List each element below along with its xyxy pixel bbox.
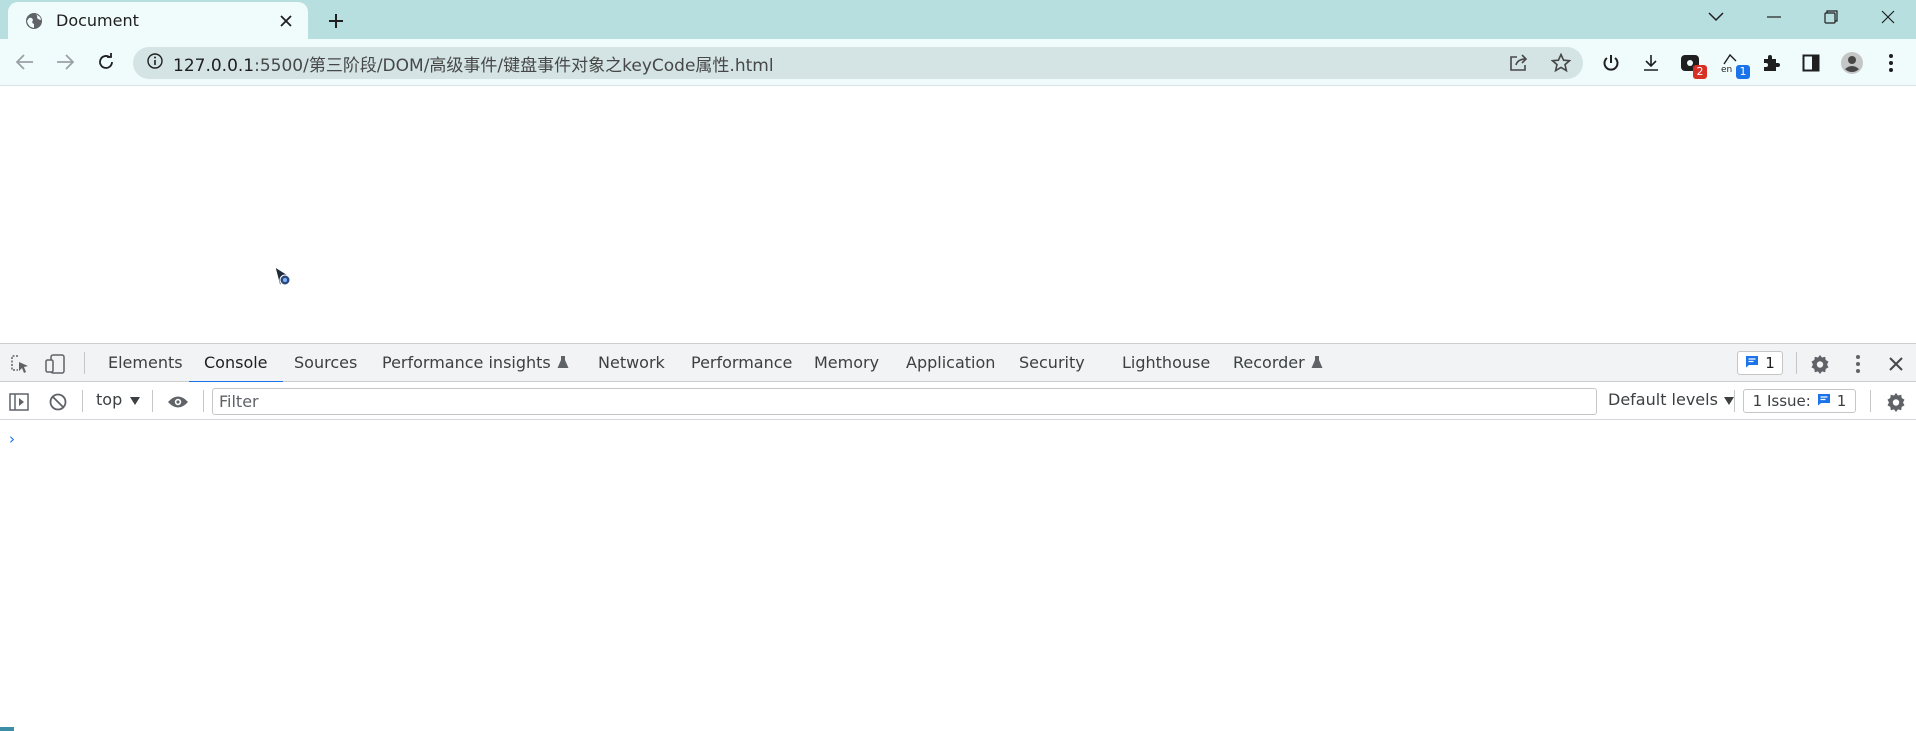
tab-elements[interactable]: Elements xyxy=(108,344,183,382)
address-bar[interactable]: 127.0.0.1:5500/第三阶段/DOM/高级事件/键盘事件对象之keyC… xyxy=(133,47,1583,79)
browser-tab[interactable]: Document xyxy=(8,2,308,39)
message-icon xyxy=(1745,354,1759,372)
clear-console-icon[interactable] xyxy=(46,390,70,414)
device-toolbar-icon[interactable] xyxy=(44,352,68,376)
eye-icon[interactable] xyxy=(166,390,190,414)
issues-count: 1 xyxy=(1765,354,1775,372)
window-close-icon[interactable] xyxy=(1860,0,1916,34)
tab-performance[interactable]: Performance xyxy=(691,344,792,382)
tab-application[interactable]: Application xyxy=(906,344,995,382)
issues-counter-button[interactable]: 1 xyxy=(1737,351,1783,375)
url-text[interactable]: 127.0.0.1:5500/第三阶段/DOM/高级事件/键盘事件对象之keyC… xyxy=(173,51,774,76)
tab-sources[interactable]: Sources xyxy=(294,344,357,382)
download-icon[interactable] xyxy=(1637,49,1665,77)
sidebar-toggle-icon[interactable] xyxy=(7,390,31,414)
chevron-down-icon[interactable] xyxy=(1688,0,1744,34)
toolbar-divider xyxy=(1796,352,1797,374)
inspect-element-icon[interactable] xyxy=(8,352,32,376)
console-issues-label: 1 Issue: xyxy=(1752,392,1811,410)
share-icon[interactable] xyxy=(1507,51,1531,75)
console-settings-gear-icon[interactable] xyxy=(1884,390,1908,414)
context-value: top xyxy=(96,390,123,409)
translate-icon[interactable]: en 1 xyxy=(1719,49,1750,79)
toolbar-divider xyxy=(82,390,83,412)
toolbar-divider xyxy=(1734,390,1735,412)
tab-security[interactable]: Security xyxy=(1019,344,1085,382)
context-selector[interactable]: top xyxy=(96,390,141,409)
console-prompt-chevron[interactable]: › xyxy=(9,430,15,448)
tab-recorder[interactable]: Recorder xyxy=(1233,344,1323,382)
forward-button[interactable] xyxy=(50,47,80,77)
console-issues-button[interactable]: 1 Issue: 1 xyxy=(1743,389,1856,413)
profile-icon[interactable] xyxy=(1838,49,1866,77)
more-vert-icon[interactable] xyxy=(1846,352,1870,376)
console-toolbar: top Filter Default levels 1 Issue: 1 xyxy=(0,382,1916,420)
star-icon[interactable] xyxy=(1549,51,1573,75)
devtools-tab-bar: Elements Console Sources Performance ins… xyxy=(0,344,1916,383)
close-devtools-icon[interactable] xyxy=(1884,352,1908,376)
flask-icon xyxy=(557,345,569,383)
toolbar-divider xyxy=(84,352,85,374)
caret-down-icon xyxy=(130,390,141,409)
tab-memory[interactable]: Memory xyxy=(814,344,879,382)
reload-button[interactable] xyxy=(91,47,121,77)
tab-title: Document xyxy=(56,11,139,30)
back-button[interactable] xyxy=(10,47,40,77)
info-icon[interactable] xyxy=(147,53,163,73)
console-filter-input[interactable]: Filter xyxy=(212,388,1597,415)
toolbar-divider xyxy=(152,390,153,412)
more-vert-icon[interactable] xyxy=(1877,49,1905,77)
tab-lighthouse[interactable]: Lighthouse xyxy=(1122,344,1210,382)
globe-icon xyxy=(24,11,44,31)
toolbar-divider xyxy=(203,390,204,412)
message-icon xyxy=(1817,392,1831,410)
restore-icon[interactable] xyxy=(1803,0,1859,34)
log-levels-dropdown[interactable]: Default levels xyxy=(1608,390,1734,409)
caret-down-icon xyxy=(1723,390,1734,409)
resize-indicator xyxy=(0,727,14,731)
tab-performance-insights[interactable]: Performance insights xyxy=(382,344,569,382)
web-page-viewport[interactable] xyxy=(0,87,1916,343)
side-panel-icon[interactable] xyxy=(1797,49,1825,77)
puzzle-icon[interactable] xyxy=(1757,49,1785,77)
tab-console[interactable]: Console xyxy=(189,344,282,383)
svg-text:en: en xyxy=(1721,65,1732,74)
toolbar-divider xyxy=(1870,390,1871,412)
minimize-icon[interactable] xyxy=(1746,0,1802,34)
extension-badge-count: 2 xyxy=(1693,65,1707,79)
url-host: 127.0.0.1 xyxy=(173,55,255,76)
devtools-panel: Elements Console Sources Performance ins… xyxy=(0,343,1916,731)
extension-badge-icon[interactable]: 2 xyxy=(1676,49,1707,79)
new-tab-button[interactable] xyxy=(322,7,350,35)
url-path: :5500/第三阶段/DOM/高级事件/键盘事件对象之keyCode属性.htm… xyxy=(254,55,774,76)
log-levels-label: Default levels xyxy=(1608,390,1718,409)
tab-strip: Document xyxy=(0,0,1916,39)
power-icon[interactable] xyxy=(1597,49,1625,77)
flask-icon xyxy=(1311,345,1323,383)
mouse-cursor-icon xyxy=(274,265,296,294)
browser-toolbar: 127.0.0.1:5500/第三阶段/DOM/高级事件/键盘事件对象之keyC… xyxy=(0,39,1916,86)
console-input-area[interactable] xyxy=(24,424,1904,714)
console-issues-count: 1 xyxy=(1836,392,1847,410)
tab-network[interactable]: Network xyxy=(598,344,665,382)
close-icon[interactable] xyxy=(274,9,298,33)
tab-performance-insights-label: Performance insights xyxy=(382,353,551,372)
gear-icon[interactable] xyxy=(1808,352,1832,376)
translate-badge-count: 1 xyxy=(1736,65,1750,79)
tab-recorder-label: Recorder xyxy=(1233,353,1305,372)
